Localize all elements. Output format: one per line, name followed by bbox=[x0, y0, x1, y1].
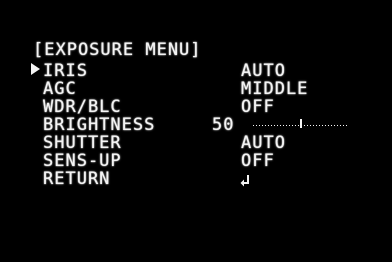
iris-value[interactable]: AUTO bbox=[241, 63, 286, 80]
menu-item-agc[interactable]: AGC bbox=[43, 81, 77, 98]
menu-item-sens-up[interactable]: SENS-UP bbox=[43, 153, 122, 170]
wdr-blc-value[interactable]: OFF bbox=[241, 99, 275, 116]
menu-item-iris[interactable]: IRIS bbox=[43, 63, 88, 80]
menu-item-return[interactable]: RETURN bbox=[43, 171, 110, 188]
menu-item-wdr-blc[interactable]: WDR/BLC bbox=[43, 99, 122, 116]
selection-cursor-icon bbox=[31, 63, 40, 75]
menu-item-brightness[interactable]: BRIGHTNESS bbox=[43, 117, 155, 134]
brightness-slider-thumb[interactable] bbox=[300, 119, 302, 128]
sens-up-value[interactable]: OFF bbox=[241, 153, 275, 170]
osd-screen: [EXPOSURE MENU] IRIS AUTO AGC MIDDLE WDR… bbox=[0, 0, 392, 262]
agc-value[interactable]: MIDDLE bbox=[241, 81, 308, 98]
brightness-slider[interactable] bbox=[253, 119, 349, 129]
menu-title: [EXPOSURE MENU] bbox=[33, 40, 202, 60]
shutter-value[interactable]: AUTO bbox=[241, 135, 286, 152]
menu-item-shutter[interactable]: SHUTTER bbox=[43, 135, 122, 152]
brightness-value[interactable]: 50 bbox=[212, 117, 234, 134]
return-arrow-icon[interactable] bbox=[240, 174, 250, 188]
